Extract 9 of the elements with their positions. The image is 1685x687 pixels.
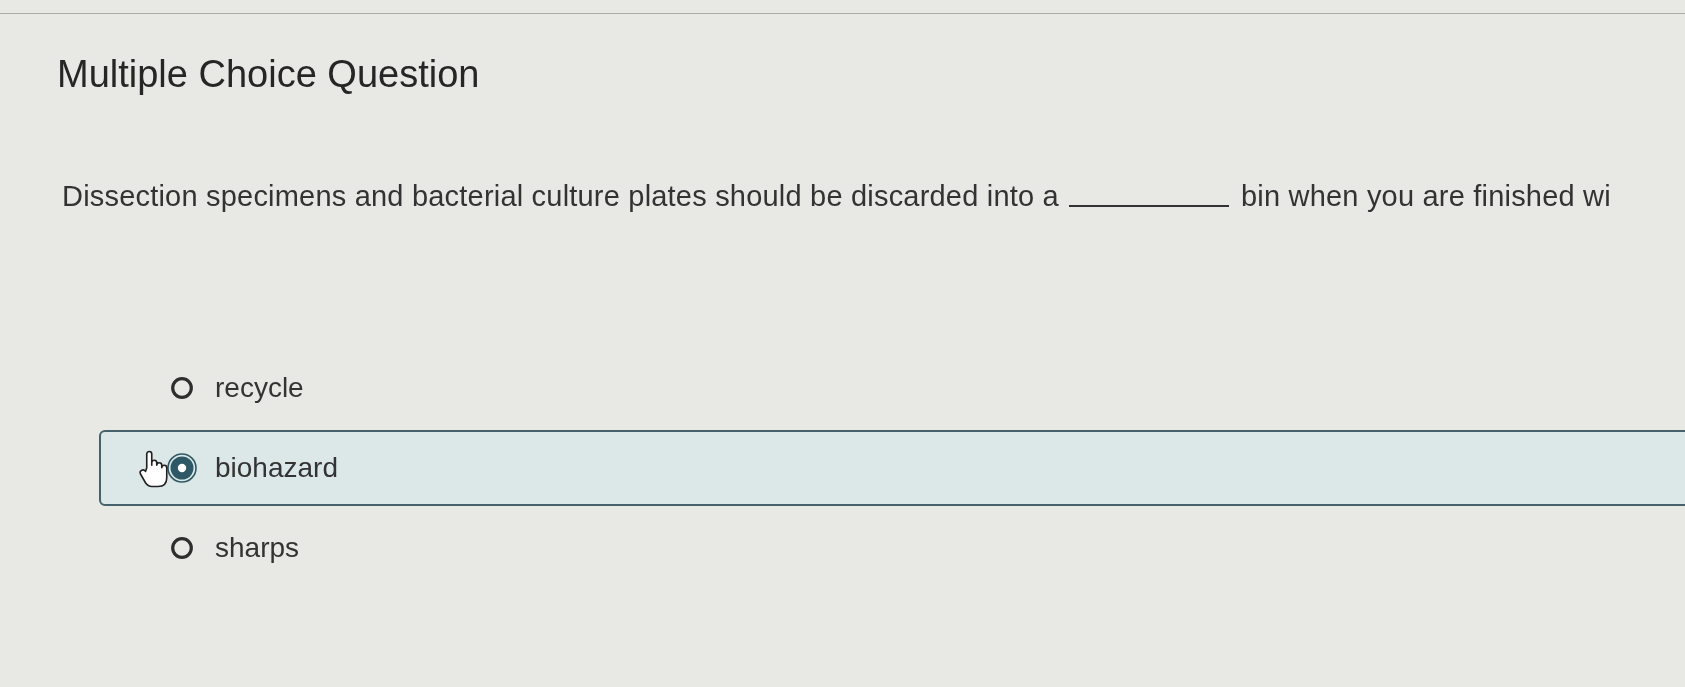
radio-button[interactable] bbox=[167, 453, 197, 483]
option-label[interactable]: recycle bbox=[215, 372, 304, 404]
question-text: Dissection specimens and bacterial culture plates should be discarded into a bbox=[62, 179, 1059, 213]
radio-button[interactable] bbox=[171, 377, 193, 399]
radio-button[interactable] bbox=[171, 537, 193, 559]
option-label[interactable]: biohazard bbox=[215, 452, 338, 484]
question-type-heading: Multiple Choice Question bbox=[57, 52, 480, 96]
question-text: bin when you are finished wi bbox=[1240, 179, 1611, 213]
option-label[interactable]: sharps bbox=[215, 532, 300, 564]
